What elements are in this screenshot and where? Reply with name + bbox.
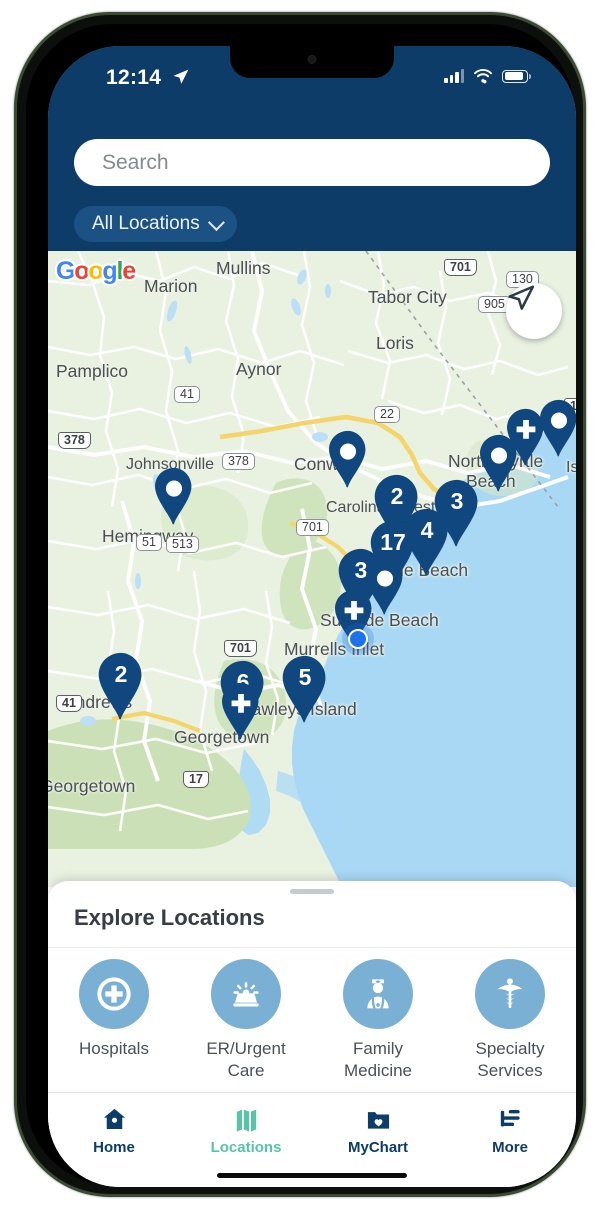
chevron-down-icon: [207, 214, 225, 232]
map-pin-pin-nmb-east[interactable]: [536, 398, 576, 458]
map-pin-cluster-5-pawleys[interactable]: 5: [278, 654, 332, 724]
location-arrow-icon: [173, 69, 189, 84]
wifi-icon: [474, 69, 492, 84]
pin-shape: [222, 682, 259, 740]
map-icon: [236, 1109, 256, 1132]
status-time: 12:14: [106, 66, 162, 89]
google-letter: G: [56, 257, 75, 285]
map-pin-cluster-2-andrews[interactable]: 2: [94, 651, 148, 721]
battery-icon: [502, 69, 531, 83]
route-shield: 701: [296, 519, 329, 536]
hospital-cross-icon: [97, 977, 131, 1011]
category-row: Hospitals ER/Urgent Care Family Medicine…: [48, 959, 576, 1082]
category-icon-wrap: [475, 959, 545, 1029]
sheet-title: Explore Locations: [74, 905, 265, 930]
route-shield: 17: [183, 771, 209, 788]
map-pin-pin-hemingway[interactable]: [151, 466, 197, 526]
tab-home[interactable]: Home: [48, 1093, 180, 1187]
locate-me-button[interactable]: [506, 283, 562, 339]
folder-heart-icon: [367, 1112, 389, 1129]
pin-cluster-count: 5: [298, 664, 312, 690]
divider: [48, 947, 576, 948]
route-shield: 41: [174, 386, 200, 403]
route-shield: 513: [166, 536, 199, 553]
front-camera-icon: [307, 55, 317, 64]
navigate-arrow-icon: [508, 285, 535, 310]
route-shield: 22: [374, 406, 400, 423]
map-canvas[interactable]: Google Mullins Marion Tabor City Loris Pampl…: [48, 251, 576, 887]
route-shield: 701: [224, 640, 257, 657]
map-pin-pin-gtown-hosp[interactable]: [218, 681, 264, 741]
caduceus-icon: [497, 978, 523, 1008]
category-icon-wrap: [79, 959, 149, 1029]
route-shield: 51: [136, 534, 162, 551]
category-label: Specialty Services: [475, 1039, 545, 1080]
map-graphics: [48, 251, 576, 887]
google-letter: o: [88, 257, 103, 285]
google-letter: o: [74, 257, 89, 285]
google-letter: g: [102, 257, 117, 285]
route-shield: 41: [56, 695, 82, 712]
category-icon-wrap: [211, 959, 281, 1029]
pin-cluster-count: 2: [114, 661, 128, 687]
category-label: Family Medicine: [343, 1039, 413, 1080]
category-er-urgent-care[interactable]: ER/Urgent Care: [187, 959, 305, 1082]
map-pin-pin-conway[interactable]: [325, 429, 371, 489]
pin-shape: [540, 399, 576, 457]
device-notch: [230, 46, 394, 78]
filter-label: All Locations: [92, 213, 200, 234]
home-indicator[interactable]: [217, 1172, 407, 1178]
route-shield: 378: [222, 453, 255, 470]
google-letter: e: [122, 257, 136, 285]
category-label: Hospitals: [79, 1039, 149, 1058]
pin-cluster-count: 2: [390, 483, 404, 509]
ambulance-light-icon: [233, 982, 259, 1007]
category-icon-wrap: [343, 959, 413, 1029]
status-indicators: [444, 68, 531, 84]
phone-frame-inner: All Locations 12:14: [17, 15, 583, 1194]
search-bar[interactable]: [74, 139, 550, 186]
tab-label: More: [492, 1139, 528, 1156]
list-bars-icon: [500, 1110, 520, 1127]
category-label: ER/Urgent Care: [206, 1039, 286, 1080]
phone-bezel: All Locations 12:14: [26, 24, 576, 1187]
tab-label: Home: [93, 1139, 135, 1156]
pin-shape: [329, 430, 366, 488]
category-hospitals[interactable]: Hospitals: [55, 959, 173, 1060]
phone-frame: All Locations 12:14: [14, 12, 586, 1197]
pin-shape: [155, 467, 192, 525]
tab-label: Locations: [210, 1139, 282, 1156]
drag-handle-icon[interactable]: [290, 889, 334, 894]
search-input[interactable]: [102, 150, 502, 175]
doctor-icon: [367, 979, 389, 1009]
route-shield: 378: [58, 432, 91, 449]
google-attribution: Google: [56, 257, 136, 286]
route-shield: 701: [444, 259, 477, 276]
cellular-bars-icon: [444, 69, 464, 83]
screenshot-stage: All Locations 12:14: [0, 0, 600, 1209]
my-location-dot: [348, 629, 368, 649]
home-icon: [103, 1108, 125, 1129]
tab-more[interactable]: More: [444, 1093, 576, 1187]
phone-screen: All Locations 12:14: [48, 46, 576, 1187]
category-specialty-services[interactable]: Specialty Services: [451, 959, 569, 1082]
tab-label: MyChart: [347, 1139, 408, 1156]
category-family-medicine[interactable]: Family Medicine: [319, 959, 437, 1082]
filter-all-locations-button[interactable]: All Locations: [74, 206, 237, 242]
